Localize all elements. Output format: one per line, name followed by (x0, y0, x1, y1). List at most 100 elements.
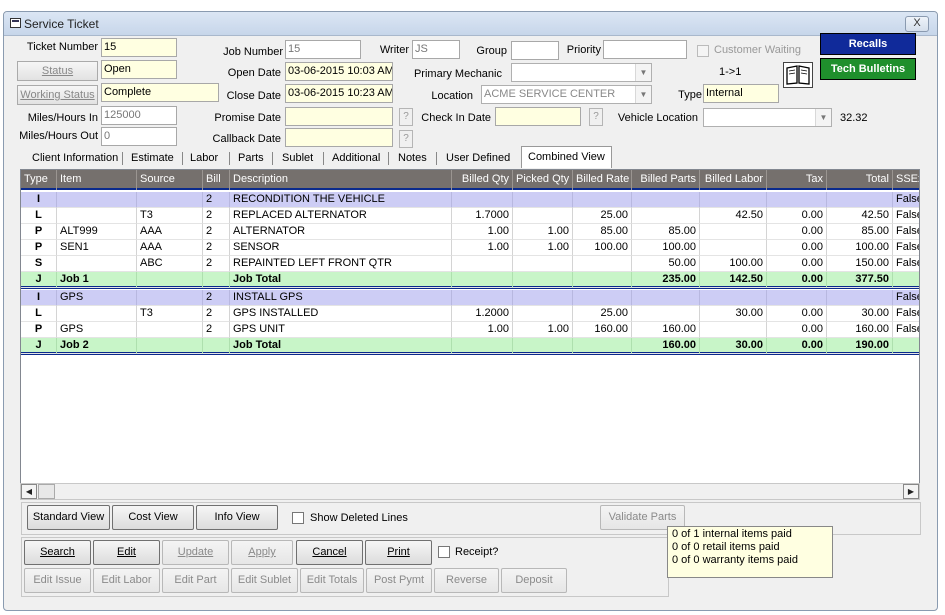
job-number-field[interactable]: 15 (285, 40, 361, 59)
close-date-field[interactable]: 03-06-2015 10:23 AM (285, 84, 393, 103)
tab-client-information[interactable]: Client Information (32, 150, 118, 168)
tab-user-defined[interactable]: User Defined (446, 150, 510, 168)
header-billed-rate[interactable]: Billed Rate (573, 170, 632, 190)
cell-bill (203, 272, 230, 288)
writer-field[interactable]: JS (412, 40, 460, 59)
item-row[interactable]: IGPS 2INSTALL GPS False (21, 290, 919, 306)
tab-combined-view[interactable]: Combined View (521, 146, 612, 168)
location-value: ACME SERVICE CENTER (484, 88, 616, 100)
primary-mechanic-dropdown[interactable]: ▼ (511, 63, 652, 82)
promise-date-field[interactable] (285, 107, 393, 126)
info-view-button[interactable]: Info View (196, 505, 278, 530)
scroll-thumb[interactable] (38, 484, 55, 499)
header-source[interactable]: Source (137, 170, 203, 190)
cell-item: GPS (57, 322, 137, 338)
deposit-button[interactable]: Deposit (501, 568, 567, 593)
table-row[interactable]: P ALT999 AAA 2 ALTERNATOR 1.00 1.00 85.00 85.00 0… (21, 224, 919, 240)
header-type[interactable]: Type (21, 170, 57, 190)
tab-additional[interactable]: Additional (332, 150, 380, 168)
miles-in-field[interactable]: 125000 (101, 106, 177, 125)
cell-source: ABC (137, 256, 203, 272)
tab-labor[interactable]: Labor (190, 150, 218, 168)
priority-field[interactable] (603, 40, 687, 59)
table-row[interactable]: P SEN1 AAA 2 SENSOR 1.00 1.00 100.00 100.00 0.00 1… (21, 240, 919, 256)
item-row[interactable]: I 2RECONDITION THE VEHICLE False (21, 192, 919, 208)
recalls-button[interactable]: Recalls (820, 33, 916, 55)
ticket-counter: 1->1 (719, 66, 742, 78)
edit-button[interactable]: Edit (93, 540, 160, 565)
header-description[interactable]: Description (230, 170, 452, 190)
group-label: Group (476, 45, 507, 57)
table-row[interactable]: P GPS 2 GPS UNIT 1.00 1.00 160.00 160.00 0.00 160… (21, 322, 919, 338)
location-dropdown[interactable]: ACME SERVICE CENTER ▼ (481, 85, 652, 104)
search-button[interactable]: Search (24, 540, 91, 565)
cell-description: Job Total (230, 338, 452, 354)
cell-billed-rate (573, 338, 632, 354)
check-in-date-field[interactable] (495, 107, 581, 126)
edit-totals-button[interactable]: Edit Totals (300, 568, 364, 593)
job-total-row[interactable]: J Job 2 Job Total 160.00 30.00 0.00 190.00 (21, 338, 919, 355)
header-tax[interactable]: Tax (767, 170, 827, 190)
header-billed-qty[interactable]: Billed Qty (452, 170, 513, 190)
edit-issue-button[interactable]: Edit Issue (24, 568, 91, 593)
header-total[interactable]: Total (827, 170, 893, 190)
header-billed-parts[interactable]: Billed Parts (632, 170, 700, 190)
reverse-button[interactable]: Reverse (434, 568, 499, 593)
scroll-left-icon[interactable]: ◀ (21, 484, 37, 499)
update-button[interactable]: Update (162, 540, 229, 565)
close-button[interactable]: X (905, 16, 929, 32)
group-field[interactable] (511, 41, 559, 60)
header-bill[interactable]: Bill (203, 170, 230, 190)
cost-view-button[interactable]: Cost View (112, 505, 194, 530)
job-total-row[interactable]: J Job 1 Job Total 235.00 142.50 0.00 377.50 (21, 272, 919, 289)
print-button[interactable]: Print (365, 540, 432, 565)
promise-date-help-button[interactable]: ? (399, 108, 413, 126)
type-field[interactable]: Internal (703, 84, 779, 103)
post-payment-button[interactable]: Post Pymt (366, 568, 432, 593)
header-billed-labor[interactable]: Billed Labor (700, 170, 767, 190)
cell-billed-parts (632, 290, 700, 306)
cell-description: INSTALL GPS (230, 290, 452, 306)
cell-picked-qty: 1.00 (513, 224, 573, 240)
callback-date-field[interactable] (285, 128, 393, 147)
tab-estimate[interactable]: Estimate (131, 150, 174, 168)
table-row[interactable]: L T3 2 GPS INSTALLED 1.2000 25.00 30.00 0.00 30.… (21, 306, 919, 322)
header-item[interactable]: Item (57, 170, 137, 190)
cell-billed-rate: 25.00 (573, 306, 632, 322)
edit-labor-button[interactable]: Edit Labor (93, 568, 160, 593)
show-deleted-lines-checkbox[interactable] (292, 512, 304, 524)
cell-item: ALT999 (57, 224, 137, 240)
tech-bulletins-button[interactable]: Tech Bulletins (820, 58, 916, 80)
book-button[interactable] (783, 62, 813, 88)
cell-bill: 2 (203, 224, 230, 240)
standard-view-button[interactable]: Standard View (27, 505, 110, 530)
customer-waiting-checkbox[interactable] (697, 45, 709, 57)
cell-description: ALTERNATOR (230, 224, 452, 240)
horizontal-scrollbar[interactable]: ◀ ▶ (20, 483, 920, 500)
working-status-button[interactable]: Working Status (17, 85, 98, 105)
tab-notes[interactable]: Notes (398, 150, 427, 168)
header-picked-qty[interactable]: Picked Qty (513, 170, 573, 190)
cell-item (57, 208, 137, 224)
combined-view-grid[interactable]: Type Item Source Bill Description Billed Qty P… (20, 169, 920, 491)
tab-sublet[interactable]: Sublet (282, 150, 313, 168)
vehicle-location-dropdown[interactable]: ▼ (703, 108, 832, 127)
status-button[interactable]: Status (17, 61, 98, 81)
receipt-checkbox[interactable] (438, 546, 450, 558)
apply-button[interactable]: Apply (231, 540, 293, 565)
header-ssex[interactable]: SSEx (893, 170, 919, 190)
check-in-date-help-button[interactable]: ? (589, 108, 603, 126)
table-row[interactable]: L T3 2 REPLACED ALTERNATOR 1.7000 25.00 42.50 0… (21, 208, 919, 224)
tab-parts[interactable]: Parts (238, 150, 264, 168)
miles-out-field[interactable]: 0 (101, 127, 177, 146)
edit-part-button[interactable]: Edit Part (162, 568, 229, 593)
open-date-field[interactable]: 03-06-2015 10:03 AM (285, 62, 393, 81)
callback-date-help-button[interactable]: ? (399, 130, 413, 148)
cancel-button[interactable]: Cancel (296, 540, 363, 565)
edit-sublet-button[interactable]: Edit Sublet (231, 568, 298, 593)
cell-billed-rate: 25.00 (573, 208, 632, 224)
status-field[interactable]: Open (101, 60, 177, 79)
table-row[interactable]: S ABC 2 REPAINTED LEFT FRONT QTR 50.00 100.00… (21, 256, 919, 272)
scroll-right-icon[interactable]: ▶ (903, 484, 919, 499)
ticket-number-field[interactable]: 15 (101, 38, 177, 57)
